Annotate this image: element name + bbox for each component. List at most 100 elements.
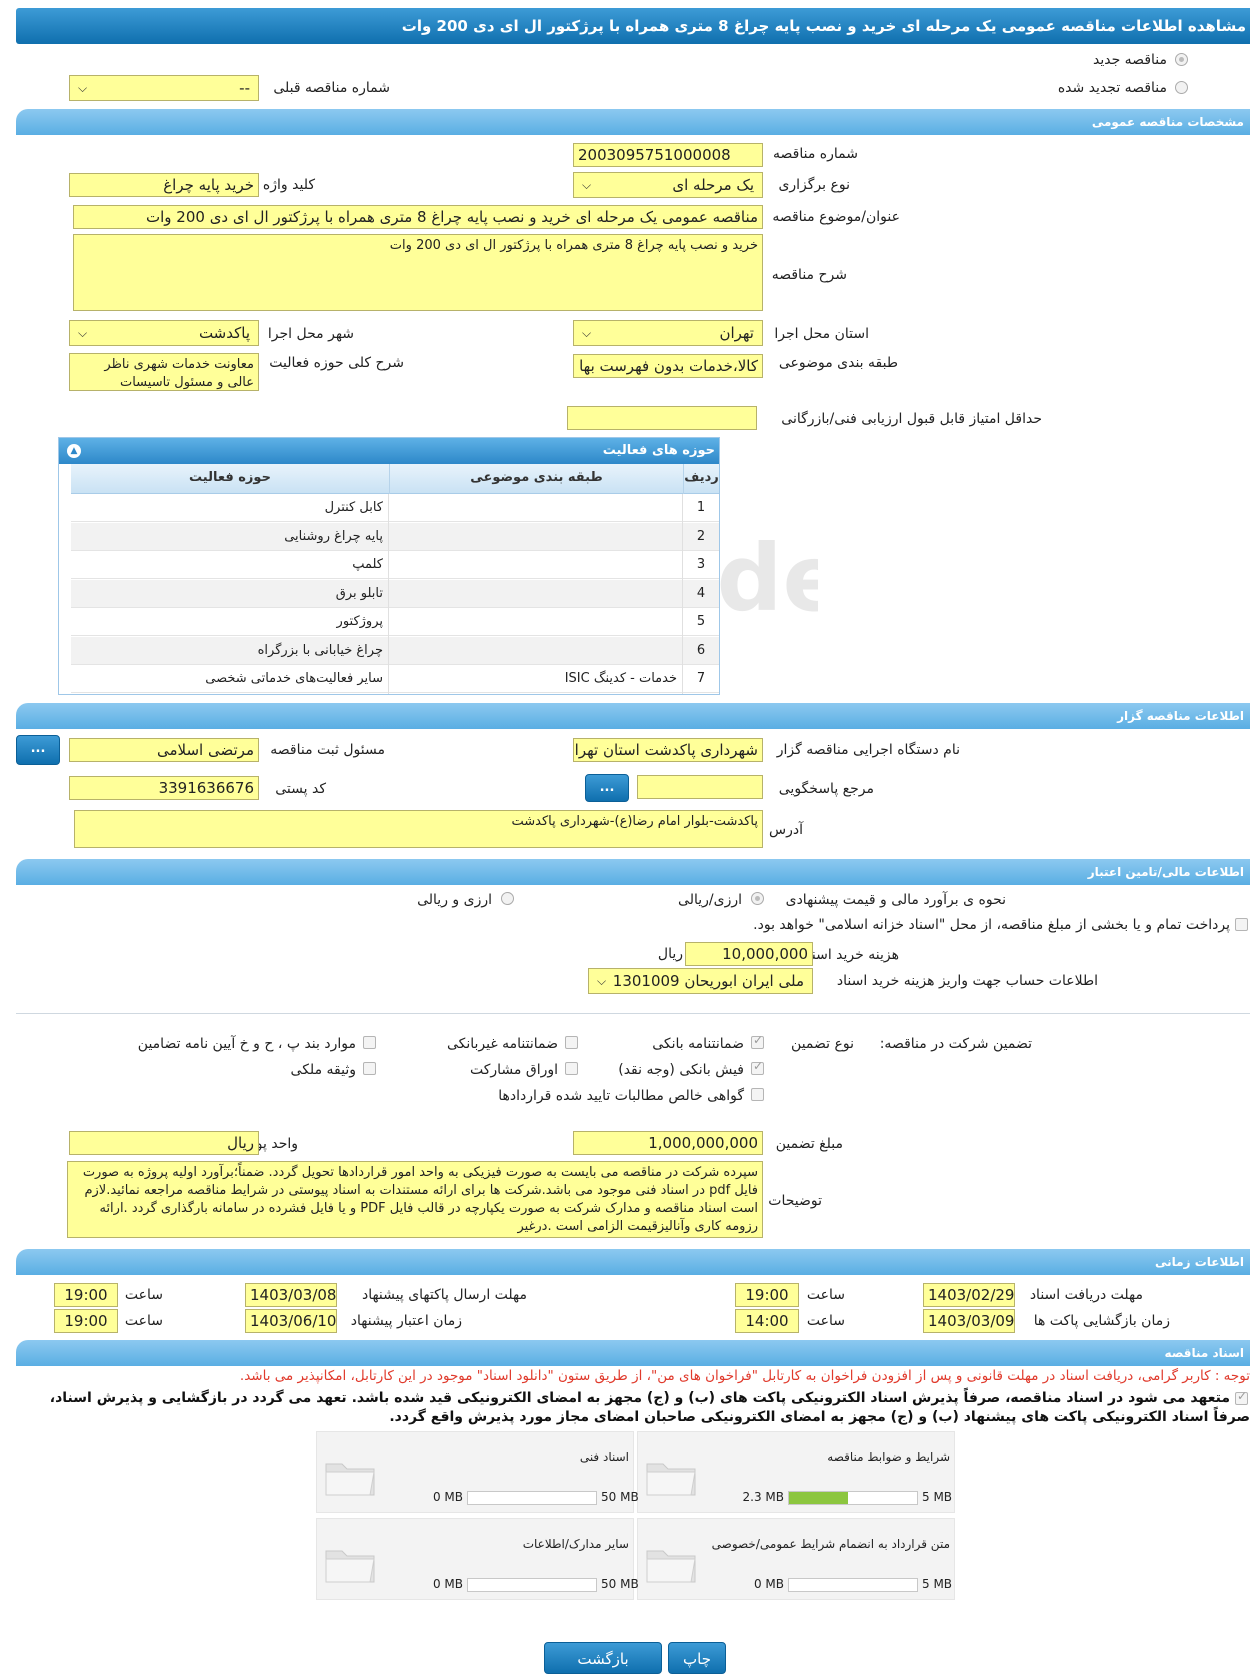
notes-field[interactable]: سپرده شرکت در مناقصه می بایست به صورت فی…: [67, 1161, 763, 1238]
treasury-text: پرداخت تمام و یا بخشی از مبلغ مناقصه، از…: [753, 917, 1230, 933]
doc-cost-field[interactable]: 10,000,000: [685, 942, 813, 966]
folder-icon[interactable]: [644, 1541, 698, 1585]
document-max-size: 50 MB: [601, 1490, 639, 1504]
province-select[interactable]: تهران ⌵: [573, 320, 763, 346]
prev-number-select[interactable]: -- ⌵: [69, 75, 259, 101]
col-row: ردیف: [683, 464, 719, 494]
min-score-field[interactable]: [567, 406, 757, 430]
fx-rial-radio[interactable]: [501, 892, 514, 905]
section-organizer: اطلاعات مناقصه گزار: [16, 703, 1250, 729]
clauses-label: موارد بند پ ، ح و خ آیین نامه تضامین: [137, 1036, 356, 1052]
estimate-label: نحوه ی برآورد مالی و قیمت پیشنهادی: [785, 892, 1006, 908]
currency-field[interactable]: ریال: [69, 1131, 259, 1155]
table-row: 7 خدمات - کدینگ ISIC سایر فعالیت‌های خدمات…: [71, 665, 719, 693]
renewed-tender-radio[interactable]: [1175, 81, 1188, 94]
bank-guarantee-checkbox[interactable]: [751, 1033, 764, 1049]
back-button[interactable]: بازگشت: [544, 1642, 662, 1674]
category-label: طبقه بندی موضوعی: [778, 355, 898, 371]
page-title: مشاهده اطلاعات مناقصه عمومی یک مرحله ای …: [16, 8, 1250, 44]
row-number: 1: [696, 500, 706, 515]
subject-label: عنوان/موضوع مناقصه: [772, 209, 900, 225]
doc-cost-unit: ریال: [657, 946, 683, 962]
registrar-field[interactable]: مرتضی اسلامی: [69, 738, 259, 762]
subject-field[interactable]: مناقصه عمومی یک مرحله ای خرید و نصب پایه…: [73, 205, 763, 229]
reference-field[interactable]: [637, 775, 763, 799]
description-field[interactable]: خرید و نصب پایه چراغ 8 متری همراه با پرژ…: [73, 234, 763, 311]
document-box[interactable]: شرایط و ضوابط مناقصه 2.3 MB 5 MB: [637, 1431, 955, 1513]
table-row: 5 پروژکتور: [71, 608, 719, 636]
validity-time-field[interactable]: 19:00: [54, 1309, 118, 1333]
chevron-down-icon: ⌵: [78, 81, 88, 95]
rial-radio[interactable]: [751, 892, 764, 905]
org-name-label: نام دستگاه اجرایی مناقصه گزار: [776, 742, 960, 758]
folder-icon[interactable]: [323, 1454, 377, 1498]
row-number: 5: [696, 614, 706, 629]
postal-field[interactable]: 3391636676: [69, 776, 259, 800]
amount-field[interactable]: 1,000,000,000: [573, 1131, 763, 1155]
notes-label: توضیحات: [768, 1193, 822, 1209]
row-number: 7: [696, 671, 706, 686]
print-button[interactable]: چاپ: [668, 1642, 726, 1674]
activities-columns: ردیف طبقه بندی موضوعی حوزه فعالیت: [71, 464, 719, 494]
collapse-icon[interactable]: ▲: [67, 444, 81, 458]
bank-receipt-checkbox[interactable]: [751, 1059, 764, 1075]
validity-date-field[interactable]: 1403/06/10: [245, 1309, 337, 1333]
divider: [16, 1013, 1250, 1014]
keyword-field[interactable]: خرید پایه چراغ: [69, 173, 259, 197]
receive-date-field[interactable]: 1403/02/29: [923, 1283, 1015, 1307]
category-field[interactable]: کالا،خدمات بدون فهرست بها: [573, 354, 763, 378]
doc-cost-label: هزینه خرید اسناد: [801, 947, 899, 963]
amount-label: مبلغ تضمین: [775, 1136, 843, 1152]
document-box[interactable]: سایر مدارک/اطلاعات 0 MB 50 MB: [316, 1518, 639, 1600]
folder-icon[interactable]: [323, 1541, 377, 1585]
rial-label: ارزی/ریالی: [678, 892, 742, 908]
property-checkbox[interactable]: [363, 1062, 376, 1075]
guarantee-title: تضمین شرکت در مناقصه:: [879, 1036, 1032, 1052]
bonds-checkbox[interactable]: [565, 1062, 578, 1075]
row-activity: پایه چراغ روشنایی: [284, 528, 383, 544]
chevron-down-icon: ⌵: [582, 326, 592, 340]
open-date-field[interactable]: 1403/03/09: [923, 1309, 1015, 1333]
registrar-label: مسئول ثبت مناقصه: [270, 742, 385, 758]
activity-desc-field[interactable]: معاونت خدمات شهری ناظر عالی و مسئول تاسی…: [69, 353, 259, 391]
document-max-size: 5 MB: [922, 1490, 953, 1504]
bank-receipt-label: فیش بانکی (وجه نقد): [618, 1062, 744, 1078]
open-time-field[interactable]: 14:00: [735, 1309, 799, 1333]
send-date-field[interactable]: 1403/03/08: [245, 1283, 337, 1307]
folder-icon[interactable]: [644, 1454, 698, 1498]
clauses-checkbox[interactable]: [363, 1036, 376, 1049]
nonbank-guarantee-label: ضمانتنامه غیربانکی: [446, 1036, 558, 1052]
document-name: اسناد فنی: [579, 1450, 629, 1464]
row-number: 2: [696, 528, 706, 544]
receive-time-field[interactable]: 19:00: [735, 1283, 799, 1307]
org-name-field[interactable]: شهرداری پاکدشت استان تهران: [573, 738, 763, 762]
select-registrar-button[interactable]: ...: [16, 735, 60, 765]
document-box[interactable]: متن قرارداد به انضمام شرایط عمومی/خصوصی 0…: [637, 1518, 955, 1600]
holding-type-select[interactable]: یک مرحله ای ⌵: [573, 172, 763, 198]
postal-label: کد پستی: [275, 781, 326, 797]
row-category: [389, 523, 677, 551]
net-claims-checkbox[interactable]: [751, 1088, 764, 1101]
row-activity: کابل کنترل: [324, 500, 383, 515]
city-select[interactable]: پاکدشت ⌵: [69, 320, 259, 346]
number-field[interactable]: 2003095751000008: [573, 143, 763, 167]
row-number: 6: [696, 642, 706, 658]
commit-checkbox[interactable]: [1235, 1389, 1248, 1405]
new-tender-radio[interactable]: [1175, 53, 1188, 66]
keyword-label: کلید واژه: [262, 177, 315, 193]
send-time-label: ساعت: [124, 1287, 163, 1303]
section-finance: اطلاعات مالی/تامین اعتبار: [16, 859, 1250, 885]
treasury-checkbox[interactable]: [1235, 918, 1248, 931]
activities-grid: حوزه های فعالیت ▲ ردیف طبقه بندی موضوعی …: [58, 437, 720, 695]
select-reference-button[interactable]: ...: [585, 774, 629, 802]
validity-label: زمان اعتبار پیشنهاد: [350, 1313, 462, 1329]
receive-time-label: ساعت: [806, 1287, 845, 1303]
documents-notice: توجه : کاربر گرامی، دریافت اسناد در مهلت…: [239, 1368, 1250, 1384]
address-field[interactable]: پاکدشت-بلوار امام رضا(ع)-شهرداری پاکدشت: [74, 810, 763, 848]
table-row: 6 چراغ خیابانی با بزرگراه: [71, 636, 719, 665]
nonbank-guarantee-checkbox[interactable]: [565, 1036, 578, 1049]
account-select[interactable]: ملی ایران ابوریحان 1301009 ⌵: [588, 968, 813, 994]
send-time-field[interactable]: 19:00: [54, 1283, 118, 1307]
col-category: طبقه بندی موضوعی: [389, 464, 683, 494]
document-box[interactable]: اسناد فنی 0 MB 50 MB: [316, 1431, 639, 1513]
